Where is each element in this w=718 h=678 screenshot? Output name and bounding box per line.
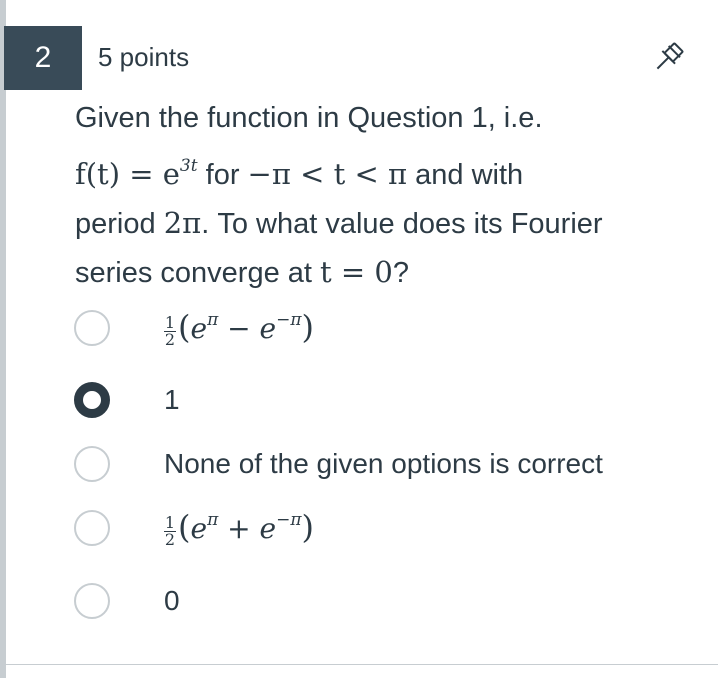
question-text: Given the function in Question 1, i.e. f… [75, 94, 685, 297]
question-line-3: period 2π. To what value does its Fourie… [75, 199, 685, 248]
function-exponent: 3t [179, 156, 198, 176]
term-exponent: π [207, 310, 219, 331]
answer-option-2[interactable]: 1 [74, 372, 694, 428]
term-e: e [190, 312, 208, 346]
radio-button[interactable] [74, 310, 110, 346]
term-e: e [190, 512, 208, 546]
term-exponent: −π [276, 510, 302, 531]
answer-option-4[interactable]: 1 2 (eπ + e−π) [74, 500, 694, 556]
answer-label: 1 [164, 384, 180, 415]
operator: − [218, 312, 260, 346]
series-text: series converge at [75, 257, 312, 289]
term-exponent: π [207, 510, 219, 531]
radio-button[interactable] [74, 510, 110, 546]
series-question-mark: ? [392, 257, 410, 289]
fraction: 1 2 [164, 312, 176, 349]
question-line-1: Given the function in Question 1, i.e. [75, 102, 543, 134]
question-line-2: f(t) = e3t for −π < t < π and with [75, 142, 685, 199]
radio-button[interactable] [74, 446, 110, 482]
period-value: 2π [163, 206, 202, 240]
pin-icon[interactable] [648, 38, 688, 78]
paren-close: ) [301, 508, 314, 547]
function-and: and with [415, 159, 524, 191]
fraction-denominator: 2 [164, 329, 176, 349]
fraction-numerator: 1 [164, 312, 176, 332]
term-e: e [259, 512, 277, 546]
function-for: for [205, 159, 240, 191]
answer-option-5[interactable]: 0 [74, 573, 694, 629]
radio-button[interactable] [74, 583, 110, 619]
radio-button-selected[interactable] [74, 382, 110, 418]
term-exponent: −π [276, 310, 302, 331]
paren-open: ( [178, 508, 191, 547]
operator: + [218, 512, 260, 546]
answer-label: None of the given options is correct [164, 448, 603, 479]
period-word: period [75, 208, 156, 240]
term-e: e [259, 312, 277, 346]
question-number: 2 [34, 41, 52, 74]
period-rest: . To what value does its Fourier [201, 208, 603, 240]
answer-option-1[interactable]: 1 2 (eπ − e−π) [74, 300, 694, 356]
answer-label: 1 2 (eπ − e−π) [164, 308, 314, 347]
fraction-numerator: 1 [164, 512, 176, 532]
fraction-denominator: 2 [164, 529, 176, 549]
series-math: t = 0 [320, 255, 393, 289]
bottom-divider [0, 664, 718, 665]
function-range: −π < t < π [247, 157, 408, 191]
fraction: 1 2 [164, 512, 176, 549]
function-lhs: f(t) = e [75, 157, 180, 191]
paren-close: ) [301, 308, 314, 347]
card-left-border [0, 0, 6, 678]
question-number-badge: 2 [4, 26, 82, 90]
answer-option-3[interactable]: None of the given options is correct [74, 436, 694, 492]
question-points: 5 points [98, 42, 190, 72]
question-line-4: series converge at t = 0? [75, 248, 685, 297]
answer-label: 0 [164, 585, 180, 616]
paren-open: ( [178, 308, 191, 347]
answer-label: 1 2 (eπ + e−π) [164, 508, 314, 547]
